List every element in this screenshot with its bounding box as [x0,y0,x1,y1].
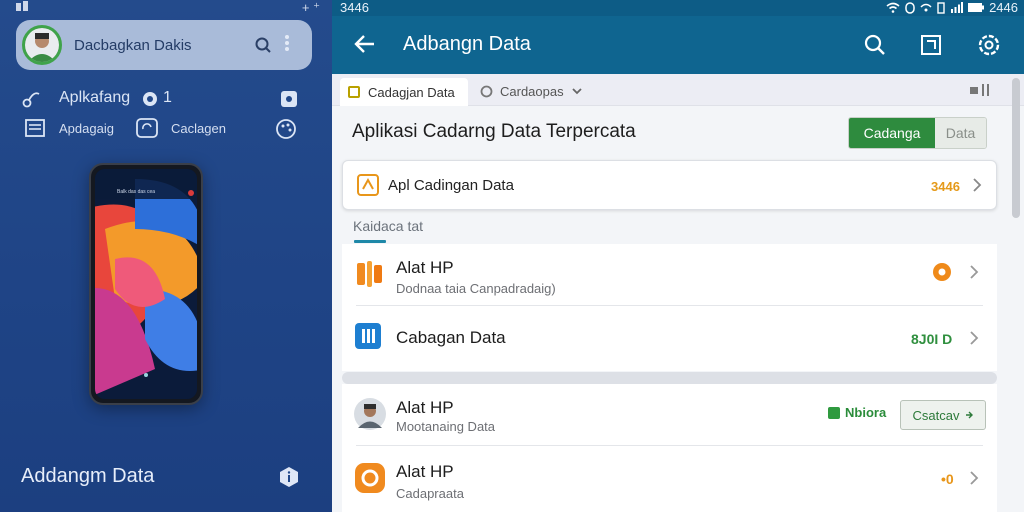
alarm-icon [905,1,915,14]
export-icon[interactable] [920,34,942,56]
blue-grid-icon [354,322,382,350]
account-card[interactable]: Dacbagkan Dakis [16,20,312,70]
back-arrow-icon[interactable] [354,34,376,54]
orange-circle-icon [354,462,386,494]
battery-icon [968,3,985,12]
orange-grid-icon [354,259,384,289]
status-badge: Nbiora [828,405,886,420]
chevron-right-icon [970,471,979,485]
page-heading: Aplikasi Cadarng Data Terpercata [352,121,636,142]
device-list: Alat HP Mootanaing Data Nbiora Csatcav A… [342,384,997,512]
vibrate-icon [937,1,945,14]
item-value: 8J0I D [911,331,953,347]
card-value: 3446 [931,179,960,194]
puzzle-icon[interactable] [280,90,298,108]
app-logo-icon [16,1,30,13]
action-button-label: Csatcav [912,407,960,423]
scrollbar[interactable] [1012,78,1020,218]
tab-options[interactable]: Cardaopas [480,80,582,102]
status-clock: 2446 [989,0,1018,15]
left-status-bar: + ⁺ [0,0,332,16]
list-item[interactable]: Alat HP Dodnaa taia Canpadradaig) [342,244,997,306]
more-vert-icon[interactable] [284,34,290,52]
tab-backup-data[interactable]: Cadagjan Data [340,78,468,106]
arrow-icon [966,411,974,419]
tool-item-label[interactable]: Apdagaig [59,121,114,136]
item-value: •0 [941,471,954,487]
sync-icon[interactable] [136,118,158,138]
search-icon[interactable] [864,34,886,56]
app-icon [357,174,379,196]
section-underline [354,240,386,243]
app-bar: Adbangn Data [332,16,1024,74]
account-name: Dacbagkan Dakis [74,36,192,54]
share-icon [22,89,42,109]
segmented-control: Cadanga Data [848,117,987,149]
badge-label: Nbiora [845,405,887,420]
tab-label: Cadagjan Data [368,84,455,100]
section-label: Kaidaca tat [353,218,424,234]
add-icon[interactable]: + ⁺ [302,0,320,16]
item-subtitle: Cadapraata [396,486,464,501]
item-subtitle: Dodnaa taia Canpadradaig) [396,281,556,296]
tool-item-label[interactable]: Caclagen [171,121,226,136]
status-gear-icon [932,262,952,282]
chevron-right-icon [970,331,979,345]
item-subtitle: Mootanaing Data [396,419,496,434]
card-label: Apl Cadingan Data [388,177,514,194]
list-item[interactable]: Alat HP Cadapraata •0 [342,446,997,512]
section-separator [342,372,997,384]
list-item[interactable]: Alat HP Mootanaing Data Nbiora Csatcav [342,384,997,446]
right-panel: 3446 2446 Adbangn Data Cadagjan Data Car… [332,0,1024,512]
avatar [354,398,386,430]
badge-dot [828,406,840,419]
tab-label: Cardaopas [500,83,564,99]
info-shield-icon[interactable] [278,466,300,488]
chevron-right-icon [970,265,979,279]
app-bar-title: Adbangn Data [403,33,531,55]
left-panel: + ⁺ Dacbagkan Dakis Aplkafang 1 Apdagaig [0,0,332,512]
overflow-menu-icon[interactable] [968,83,990,97]
apps-count: 1 [163,89,172,106]
status-bar: 3446 2446 [332,0,1024,16]
palette-icon[interactable] [274,117,298,141]
device-list: Alat HP Dodnaa taia Canpadradaig) Cabaga… [342,244,997,371]
chevron-right-icon [973,178,982,192]
backup-app-card[interactable]: Apl Cadingan Data 3446 [342,160,997,210]
phone-screen: Balk das das cea [95,169,197,399]
avatar [22,25,62,65]
apps-row[interactable]: Aplkafang 1 [22,88,312,110]
item-title: Alat HP [396,258,454,277]
chevron-down-icon [571,87,582,95]
left-footer-title: Addangm Data [21,465,155,487]
phone-status-text: Balk das das cea [117,189,156,195]
signal-icon [950,2,964,13]
item-title: Cabagan Data [396,328,506,347]
wifi-icon [886,2,900,13]
segment-backup[interactable]: Cadanga [849,118,935,148]
folder-icon [348,86,360,98]
phone-preview: Balk das das cea [89,163,203,405]
search-icon[interactable] [254,36,272,54]
apps-label: Aplkafang [59,89,131,106]
segment-data[interactable]: Data [935,118,986,148]
status-time: 3446 [340,0,369,15]
action-button[interactable]: Csatcav [900,400,986,430]
tab-bar: Cadagjan Data Cardaopas [332,74,1024,106]
gear-icon [140,89,160,109]
settings-icon[interactable] [977,33,1001,57]
item-title: Alat HP [396,462,454,481]
item-title: Alat HP [396,398,454,417]
document-icon[interactable] [25,119,45,137]
tools-row: Apdagaig Caclagen [22,117,312,141]
hotspot-icon [920,2,932,13]
list-item[interactable]: Cabagan Data 8J0I D [342,306,997,371]
circle-icon [480,85,493,98]
